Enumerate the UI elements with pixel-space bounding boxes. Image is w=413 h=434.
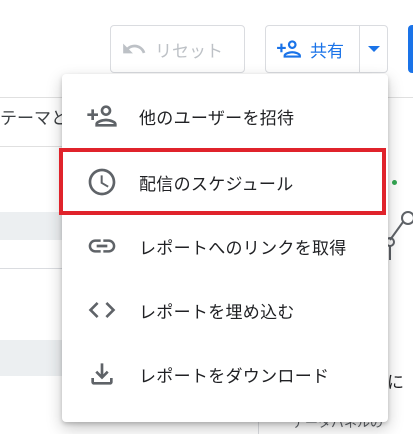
menu-item-embed[interactable]: レポートを埋め込む [62, 278, 388, 342]
share-label: 共有 [310, 41, 344, 62]
status-dot [392, 180, 397, 185]
left-panel-row [0, 340, 62, 376]
edit-button[interactable] [408, 25, 413, 73]
theme-tab[interactable]: テーマと [0, 104, 68, 129]
menu-item-label: レポートへのリンクを取得 [139, 238, 347, 259]
share-dropdown-toggle[interactable] [360, 26, 387, 72]
share-button-group: 共有 [265, 25, 388, 73]
reset-label: リセット [155, 41, 223, 62]
undo-icon [123, 43, 146, 54]
menu-item-label: レポートを埋め込む [139, 302, 295, 323]
divider [0, 268, 62, 269]
reset-button[interactable]: リセット [110, 25, 245, 73]
chart-thumbnail-icon [386, 211, 413, 260]
caret-down-icon [367, 46, 380, 52]
add-person-icon [86, 100, 118, 132]
menu-item-label: レポートをダウンロード [139, 366, 330, 387]
highlight-box [59, 148, 386, 215]
menu-item-invite[interactable]: 他のユーザーを招待 [62, 84, 388, 148]
add-person-icon [277, 40, 301, 58]
link-icon [86, 230, 118, 262]
menu-item-get-link[interactable]: レポートへのリンクを取得 [62, 214, 388, 278]
code-icon [86, 294, 118, 326]
left-panel-row [0, 212, 62, 240]
download-icon [86, 358, 118, 390]
menu-item-download[interactable]: レポートをダウンロード [62, 342, 388, 406]
left-panel [0, 212, 62, 434]
menu-item-label: 他のユーザーを招待 [139, 108, 295, 129]
share-button[interactable]: 共有 [266, 26, 360, 72]
share-menu: 他のユーザーを招待 配信のスケジュール レポートへのリンクを取得 レポートを埋め… [62, 74, 388, 422]
